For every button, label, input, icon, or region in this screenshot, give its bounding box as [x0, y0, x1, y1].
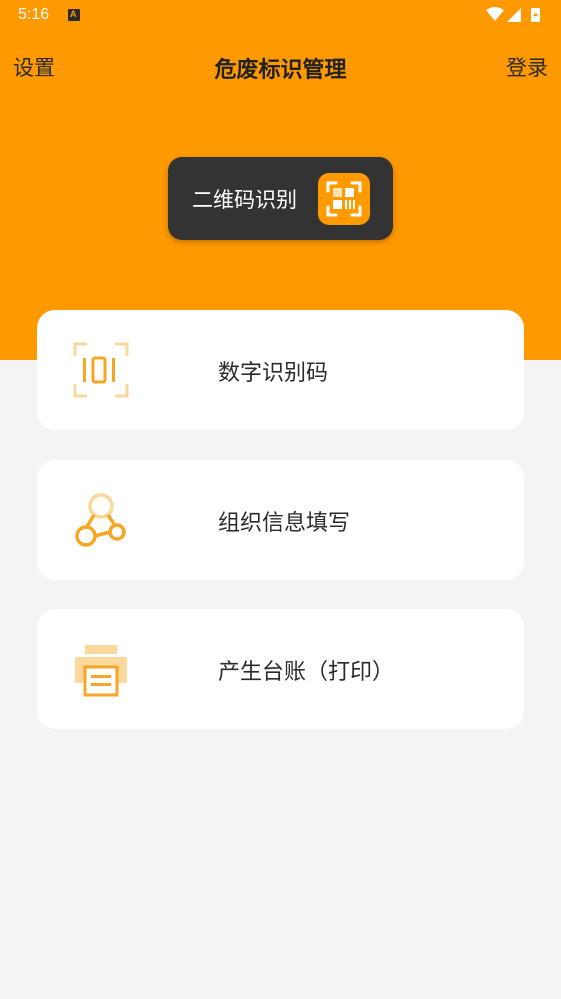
menu-item-label: 数字识别码 — [218, 361, 329, 386]
page-title: 危废标识管理 — [214, 58, 347, 83]
wifi-icon — [486, 7, 504, 21]
qr-scan-button[interactable]: 二维码识别 — [168, 157, 393, 240]
status-time: 5:16 — [18, 6, 50, 23]
printer-icon — [75, 645, 127, 697]
qr-scan-icon — [318, 173, 370, 225]
notification-icon — [68, 9, 80, 21]
menu-item-digit-code[interactable]: 数字识别码 — [37, 310, 524, 430]
login-button[interactable]: 登录 — [506, 52, 548, 82]
menu-item-organization-info[interactable]: 组织信息填写 — [37, 460, 524, 580]
top-bar: 设置 危废标识管理 登录 — [0, 44, 561, 90]
signal-icon — [507, 8, 521, 22]
status-bar: 5:16 — [0, 0, 561, 30]
menu-item-label: 产生台账（打印） — [218, 660, 395, 685]
qr-scan-label: 二维码识别 — [192, 188, 297, 212]
digit-scan-icon — [73, 342, 129, 398]
menu-item-generate-ledger[interactable]: 产生台账（打印） — [37, 609, 524, 729]
status-icons — [486, 7, 540, 22]
organization-icon — [75, 493, 126, 547]
menu-item-label: 组织信息填写 — [218, 511, 351, 536]
